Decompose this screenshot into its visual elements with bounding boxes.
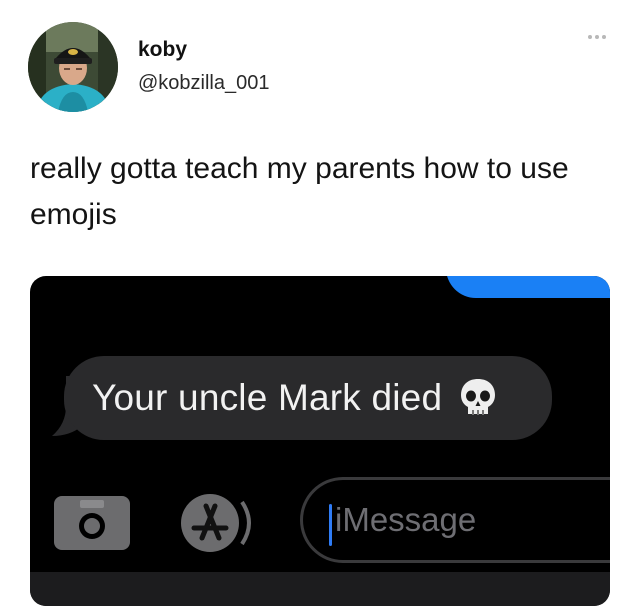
camera-button[interactable] [54,496,130,550]
avatar-photo [28,22,118,112]
camera-icon [79,500,105,539]
app-store-button[interactable] [176,488,264,558]
imessage-placeholder: iMessage [335,501,477,538]
app-store-icon [181,494,251,552]
more-dots-icon[interactable] [584,30,610,44]
avatar[interactable] [28,22,118,112]
tweet-media-screenshot[interactable]: Your uncle Mark died iMessage [30,276,610,606]
sent-message-bubble [446,276,610,298]
tweet-text: really gotta teach my parents how to use… [30,152,569,231]
skull-emoji-icon [456,376,500,420]
keyboard-edge [30,572,610,606]
imessage-input[interactable]: iMessage [300,477,610,563]
received-message-text: Your uncle Mark died [92,377,443,418]
text-caret [329,504,332,546]
user-handle[interactable]: @kobzilla_001 [138,72,270,95]
received-message-bubble: Your uncle Mark died [64,356,552,440]
display-name[interactable]: koby [138,38,187,62]
